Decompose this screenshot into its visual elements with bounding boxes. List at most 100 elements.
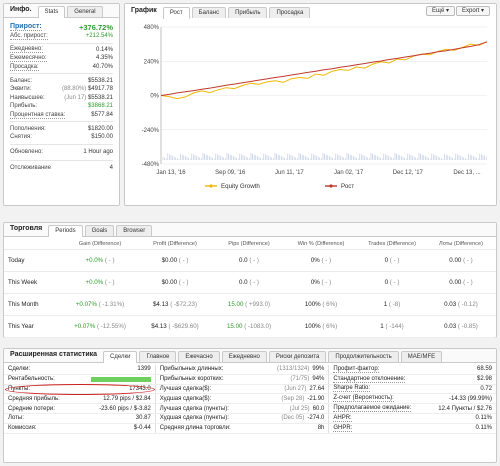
cell-trades: 0 ( - ) [358, 257, 426, 264]
stat-value: 1399 [137, 366, 151, 373]
cell-pips: 0.0 ( - ) [214, 279, 284, 286]
daily-label: Ежедневно: [10, 46, 43, 54]
stat-cell: GHPR: 0.11% [329, 424, 496, 433]
stat-label: Z-счет (Вероятность): [333, 395, 394, 403]
growth-chart: 480% 240% 0% -240% -480% Jan 13, '16 Sep 09, '… [142, 25, 488, 190]
tab-growth[interactable]: Рост [162, 7, 190, 19]
trades-diff: ( - ) [389, 257, 400, 264]
stat-label: Худшая сделка (пункты): [159, 415, 229, 422]
stat-value-group: (Sep 28) -21.90 [281, 396, 324, 402]
tab-daily[interactable]: Ежедневно [221, 351, 267, 362]
stat-cell: Пункты: 17343.0 [4, 383, 156, 395]
stat-value: 30.87 [135, 415, 151, 422]
tab-profit[interactable]: Прибыль [228, 7, 268, 18]
tab-drawdown[interactable]: Просадка [269, 7, 311, 18]
stat-label: Предполагаемое ожидание: [333, 405, 412, 413]
stat-label: Лучшая сделка (пункты): [159, 405, 229, 412]
legend-marker [329, 184, 333, 188]
stats-row: Комиссия: $-0.44 Средняя длина торговли: 8h… [4, 423, 496, 434]
stat-cell: Средняя длина торговли: 8h [156, 423, 330, 433]
stat-label: Средние потери: [8, 405, 55, 412]
tab-goals[interactable]: Goals [84, 225, 115, 236]
tab-browser[interactable]: Browser [116, 225, 153, 236]
trades-value: 0 [384, 279, 389, 286]
more-button[interactable]: Ещё ▾ [426, 6, 455, 16]
trades-value: 0 [384, 257, 389, 264]
lots-value: 0.00 [449, 279, 462, 286]
cell-trades: 0 ( - ) [358, 279, 426, 286]
equity-value: $4917.78 [87, 86, 113, 93]
stat-cell: Средние потери: -23.60 pips / $-3.82 [4, 404, 156, 413]
period-label: This Month [8, 301, 39, 308]
trading-title: Торговля [10, 225, 43, 232]
divider [10, 143, 113, 145]
stat-value-group: (Jun 27) 27.64 [284, 386, 324, 392]
profitability-bar [90, 376, 151, 382]
trading-table: Gain (Difference) Profit (Difference) Pi… [4, 238, 496, 338]
cell-pips: 15.00 ( -1083.0) [214, 323, 284, 330]
cell-win: 100% ( 6%) [284, 301, 358, 308]
tab-summary[interactable]: Главное [139, 351, 177, 362]
pips-diff: ( - ) [249, 257, 259, 264]
tab-risk[interactable]: Риски депозита [268, 351, 327, 362]
stat-value: 12.4 Пункты / $2.76 [438, 405, 493, 412]
updated-value: 1 Hour ago [83, 149, 113, 156]
chart-title: График [131, 7, 157, 14]
tab-trades[interactable]: Сделки [103, 351, 138, 363]
lots-diff: ( -0.12) [457, 301, 478, 308]
tab-general[interactable]: General [67, 6, 103, 17]
stat-extra: (1313/1324) [277, 366, 310, 373]
trading-tabs: Торговля Periods Goals Browser [4, 223, 496, 237]
header-win: Win % (Difference) [297, 240, 345, 247]
chevron-down-icon: ▾ [445, 8, 449, 14]
profit-diff: ( -$72.23) [170, 301, 198, 308]
export-button[interactable]: Export ▾ [456, 6, 491, 16]
highest-date: (Jun 17) [64, 94, 87, 101]
tab-periods[interactable]: Periods [48, 225, 83, 237]
tracking-row: Отслеживание 4 [4, 163, 119, 174]
y-tick-label: 0% [150, 94, 159, 100]
tab-mae-mfe[interactable]: MAE/MFE [400, 351, 443, 362]
stats-row: Средние потери: -23.60 pips / $-3.82 Лучша… [4, 404, 496, 414]
cell-lots: 0.00 ( - ) [426, 279, 496, 286]
withdrawals-label: Снятия: [10, 134, 32, 141]
tab-hourly[interactable]: Ежечасно [178, 351, 220, 362]
lots-diff: ( -0.85) [457, 323, 478, 330]
stat-value: $-0.44 [133, 425, 151, 432]
info-tabs: Инфо. Stats General [4, 4, 119, 18]
stat-label: Лоты: [8, 415, 24, 422]
win-value: 100% [304, 323, 321, 330]
profit-diff: ( -$629.60) [168, 323, 199, 330]
stat-value: -274.0 [307, 415, 325, 422]
daily-row: Ежедневно: 0.14% [4, 46, 119, 55]
balance-row: Баланс: $5538.21 [4, 76, 119, 85]
stat-cell: AHPR: 0.11% [329, 414, 496, 423]
x-tick-label: Dec 12, '17 [393, 170, 424, 176]
stat-label: Прибыльных длинных: [159, 366, 224, 373]
advanced-table: Сделки: 1399 Прибыльных длинных: (1313/1324… [4, 363, 496, 434]
cell-trades: 1 ( -8) [358, 301, 426, 308]
trades-diff: ( - ) [389, 279, 400, 286]
tab-duration[interactable]: Продолжительность [328, 351, 399, 362]
stat-cell: Средняя прибыль: 12.79 pips / $2.84 [4, 394, 156, 404]
trades-value: 1 [383, 301, 388, 308]
legend-label: Рост [341, 183, 354, 190]
tab-stats[interactable]: Stats [37, 6, 66, 18]
stat-label: Средняя длина торговли: [159, 425, 231, 432]
tab-balance[interactable]: Баланс [191, 7, 227, 18]
stat-cell: Лучшая сделка($): (Jun 27) 27.64 [156, 384, 330, 394]
lots-value: 0.03 [444, 323, 457, 330]
highest-value: $5538.21 [87, 94, 113, 101]
stat-label: Sharpe Ratio: [333, 385, 371, 393]
lots-diff: ( - ) [463, 279, 473, 286]
profit-diff: ( - ) [178, 279, 189, 286]
lots-value: 0.00 [449, 257, 462, 264]
profit-value: $4.13 [151, 323, 167, 330]
withdrawals-value: $150.00 [91, 134, 113, 141]
withdrawals-row: Снятия: $150.00 [4, 133, 119, 142]
stat-label: Худшая сделка($): [159, 395, 212, 402]
table-row: Today +0.0% ( - ) $0.00 ( - ) 0.0 ( - ) 0% (… [4, 250, 496, 272]
divider [10, 121, 113, 123]
y-tick-label: 240% [144, 59, 160, 65]
stat-label: Стандартное отклонение: [333, 375, 406, 383]
